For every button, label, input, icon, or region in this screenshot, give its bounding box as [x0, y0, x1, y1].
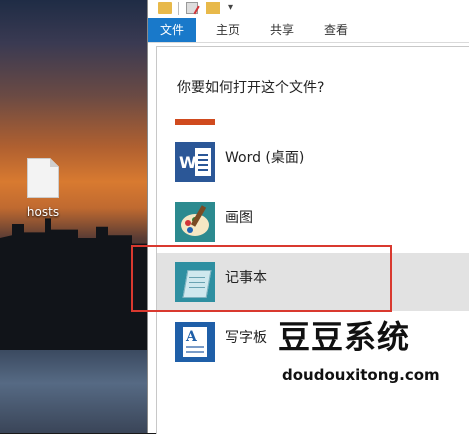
wordpad-icon: A [175, 322, 215, 362]
city-skyline [0, 218, 150, 350]
quick-access-toolbar: ▾ [148, 0, 469, 19]
word-icon: W [175, 142, 215, 182]
watermark-title: 豆豆系统 [278, 318, 411, 356]
partial-app-icon [175, 119, 215, 125]
highlight-box [131, 245, 392, 312]
paint-icon [175, 202, 215, 242]
app-option-word[interactable]: W Word (桌面) [157, 133, 469, 191]
tab-home[interactable]: 主页 [204, 18, 252, 42]
app-name-word: Word (桌面) [225, 150, 305, 166]
properties-icon[interactable] [186, 2, 198, 14]
dialog-question: 你要如何打开这个文件? [177, 80, 325, 96]
app-name-wordpad: 写字板 [225, 330, 267, 346]
tab-share[interactable]: 共享 [258, 18, 306, 42]
desktop-background: hosts [0, 0, 150, 433]
desktop-file-label[interactable]: hosts [16, 205, 70, 219]
ribbon-tabs: 文件 主页 共享 查看 [148, 18, 469, 43]
app-name-paint: 画图 [225, 210, 253, 226]
water [0, 350, 150, 433]
dropdown-icon[interactable]: ▾ [228, 2, 233, 13]
watermark-url: doudouxitong.com [282, 366, 440, 384]
new-folder-icon[interactable] [206, 2, 220, 14]
app-option-paint[interactable]: 画图 [157, 193, 469, 251]
toolbar-divider [178, 2, 179, 15]
tab-file[interactable]: 文件 [148, 18, 196, 42]
tab-view[interactable]: 查看 [312, 18, 360, 42]
folder-icon[interactable] [158, 2, 172, 14]
